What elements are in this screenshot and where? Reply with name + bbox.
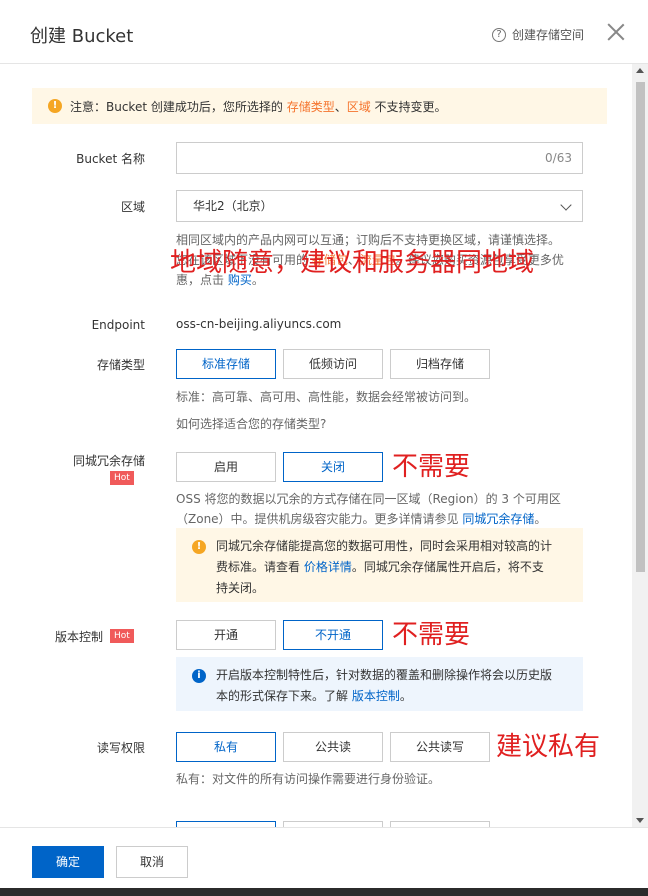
annotation-redundancy: 不需要 [392, 452, 471, 482]
dialog-title: 创建 Bucket [30, 26, 134, 47]
acl-desc: 私有：对文件的所有访问操作需要进行身份验证。 [176, 772, 441, 786]
ok-button[interactable]: 确定 [32, 846, 104, 878]
storage-type-desc: 标准：高可靠、高可用、高性能，数据会经常被访问到。 [176, 390, 477, 404]
dialog-body: ! 注意：Bucket 创建成功后，您所选择的 存储类型、区域 不支持变更。 B… [0, 64, 630, 827]
help-label: 创建存储空间 [512, 28, 585, 42]
bucket-name-label: Bucket 名称 [76, 152, 145, 166]
versioning-doc-link[interactable]: 版本控制 [352, 689, 400, 703]
bucket-name-input[interactable]: 0/63 [176, 142, 583, 174]
cancel-button[interactable]: 取消 [116, 846, 188, 878]
zrs-desc: OSS 将您的数据以冗余的方式存储在同一区域（Region）的 3 个可用区 （… [176, 492, 561, 526]
region-select[interactable]: 华北2（北京） [176, 190, 583, 222]
versioning-hot-badge: Hot [110, 627, 134, 643]
versioning-label: 版本控制 [54, 630, 103, 644]
region-selected: 华北2（北京） [193, 199, 273, 213]
create-bucket-dialog: 创建 Bucket ? 创建存储空间 ! 注意：Bucket 创建成功后，您所选… [0, 0, 648, 888]
info-icon: i [192, 669, 206, 683]
endpoint-value: oss-cn-beijing.aliyuncs.com [176, 317, 342, 331]
versioning-enable-button[interactable]: 开通 [176, 620, 276, 650]
close-icon[interactable] [606, 22, 626, 42]
storage-standard-button[interactable]: 标准存储 [176, 349, 276, 379]
dialog-footer: 确定 取消 [0, 827, 648, 888]
scroll-thumb[interactable] [636, 82, 645, 572]
zrs-enable-button[interactable]: 启用 [176, 452, 276, 482]
dialog-header: 创建 Bucket ? 创建存储空间 [0, 0, 648, 64]
storage-ia-button[interactable]: 低频访问 [283, 349, 383, 379]
versioning-info-box: i 开启版本控制特性后，针对数据的覆盖和删除操作将会以历史版 本的形式保存下来。… [176, 657, 583, 711]
help-link[interactable]: ? 创建存储空间 [492, 26, 584, 43]
storage-type-help-link[interactable]: 如何选择适合您的存储类型? [176, 414, 326, 434]
zrs-warning-box: ! 同城冗余存储能提高您的数据可用性，同时会采用相对较高的计 费标准。请查看 价… [176, 528, 583, 602]
acl-public-read-button[interactable]: 公共读 [283, 732, 383, 762]
bucket-name-count: 0/63 [545, 151, 572, 165]
zrs-hot-badge: Hot [110, 469, 134, 485]
question-icon: ? [492, 27, 506, 42]
annotation-versioning: 不需要 [392, 620, 471, 650]
region-label: 区域 [120, 200, 145, 214]
endpoint-label: Endpoint [91, 318, 145, 332]
notice-text: 注意：Bucket 创建成功后，您所选择的 存储类型、区域 不支持变更。 [70, 99, 447, 114]
zrs-disable-button[interactable]: 关闭 [283, 452, 383, 482]
acl-label: 读写权限 [96, 741, 145, 755]
zrs-doc-link[interactable]: 同城冗余存储 [462, 512, 534, 526]
storage-type-label: 存储类型 [96, 358, 145, 372]
warning-icon: ! [48, 99, 62, 113]
annotation-region: 地域随意，建议和服务器同地域 [170, 248, 535, 278]
scroll-down-icon[interactable] [636, 818, 644, 823]
scroll-up-icon[interactable] [636, 68, 644, 73]
storage-archive-button[interactable]: 归档存储 [390, 349, 490, 379]
zrs-label: 同城冗余存储 [72, 454, 145, 468]
annotation-acl: 建议私有 [496, 732, 601, 762]
warning-icon: ! [192, 540, 206, 554]
chevron-down-icon [560, 199, 572, 211]
background-strip [0, 888, 648, 896]
acl-private-button[interactable]: 私有 [176, 732, 276, 762]
versioning-disable-button[interactable]: 不开通 [283, 620, 383, 650]
price-detail-link[interactable]: 价格详情 [304, 560, 352, 574]
acl-public-read-write-button[interactable]: 公共读写 [390, 732, 490, 762]
notice-banner: ! 注意：Bucket 创建成功后，您所选择的 存储类型、区域 不支持变更。 [32, 88, 607, 124]
vertical-scrollbar[interactable] [632, 64, 648, 827]
